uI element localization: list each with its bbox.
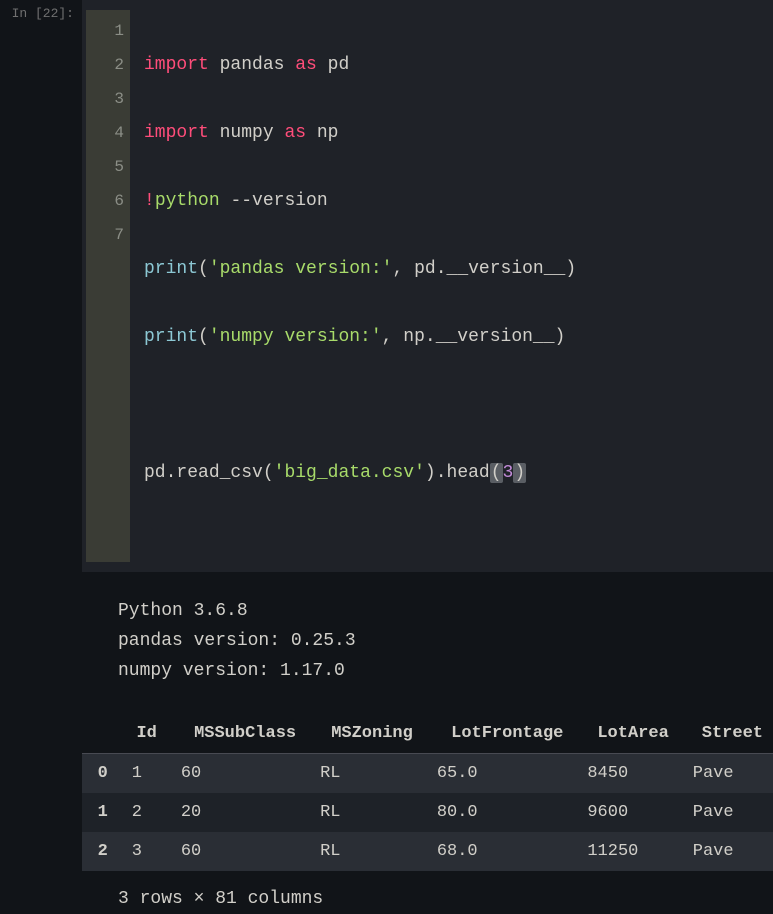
cell: 80.0 — [425, 793, 576, 832]
cell: 68.0 — [425, 832, 576, 871]
table-corner — [82, 714, 120, 754]
stdout-line: Python 3.6.8 — [118, 601, 248, 621]
table-row: 2 3 60 RL 68.0 11250 Pave — [82, 832, 773, 871]
cell: Pave — [681, 754, 773, 794]
cell: 20 — [169, 793, 308, 832]
cell: Pave — [681, 793, 773, 832]
line-number: 2 — [92, 48, 124, 82]
code-input-area[interactable]: 1 2 3 4 5 6 7 import pandas as pd import… — [82, 0, 773, 572]
cell: RL — [308, 754, 425, 794]
cell: 3 — [120, 832, 169, 871]
row-index: 0 — [82, 754, 120, 794]
cell: 9600 — [575, 793, 680, 832]
line-number: 5 — [92, 150, 124, 184]
line-number: 1 — [92, 14, 124, 48]
table-row: 1 2 20 RL 80.0 9600 Pave — [82, 793, 773, 832]
dataframe-output: Id MSSubClass MSZoning LotFrontage LotAr… — [82, 686, 773, 871]
col-header: MSSubClass — [169, 714, 308, 754]
stdout-line: pandas version: 0.25.3 — [118, 631, 356, 651]
notebook-cell: In [22]: 1 2 3 4 5 6 7 import pandas as … — [0, 0, 773, 572]
cell: 60 — [169, 754, 308, 794]
row-index: 1 — [82, 793, 120, 832]
cell: 65.0 — [425, 754, 576, 794]
cell: 11250 — [575, 832, 680, 871]
col-header: Id — [120, 714, 169, 754]
dataframe-table: Id MSSubClass MSZoning LotFrontage LotAr… — [82, 714, 773, 871]
col-header: LotArea — [575, 714, 680, 754]
cell: 1 — [120, 754, 169, 794]
code-line[interactable]: pd.read_csv('big_data.csv').head(3) — [144, 456, 759, 490]
code-line[interactable]: !python --version — [144, 184, 759, 218]
code-line[interactable] — [144, 388, 759, 422]
cell: 8450 — [575, 754, 680, 794]
code-line[interactable]: import pandas as pd — [144, 48, 759, 82]
col-header: LotFrontage — [425, 714, 576, 754]
line-number: 4 — [92, 116, 124, 150]
code-editor[interactable]: import pandas as pd import numpy as np !… — [130, 10, 773, 562]
code-line[interactable]: import numpy as np — [144, 116, 759, 150]
cell: 60 — [169, 832, 308, 871]
stdout-output: Python 3.6.8 pandas version: 0.25.3 nump… — [82, 572, 773, 686]
col-header: MSZoning — [308, 714, 425, 754]
stdout-line: numpy version: 1.17.0 — [118, 661, 345, 681]
line-number-gutter: 1 2 3 4 5 6 7 — [86, 10, 130, 562]
line-number: 7 — [92, 218, 124, 252]
code-line[interactable]: print('pandas version:', pd.__version__) — [144, 252, 759, 286]
cell: RL — [308, 832, 425, 871]
code-line[interactable]: print('numpy version:', np.__version__) — [144, 320, 759, 354]
dataframe-shape-footer: 3 rows × 81 columns — [82, 871, 773, 909]
cell: RL — [308, 793, 425, 832]
line-number: 6 — [92, 184, 124, 218]
table-header-row: Id MSSubClass MSZoning LotFrontage LotAr… — [82, 714, 773, 754]
cell: Pave — [681, 832, 773, 871]
table-row: 0 1 60 RL 65.0 8450 Pave — [82, 754, 773, 794]
line-number: 3 — [92, 82, 124, 116]
cell: 2 — [120, 793, 169, 832]
col-header: Street — [681, 714, 773, 754]
input-prompt: In [22]: — [0, 0, 82, 21]
row-index: 2 — [82, 832, 120, 871]
